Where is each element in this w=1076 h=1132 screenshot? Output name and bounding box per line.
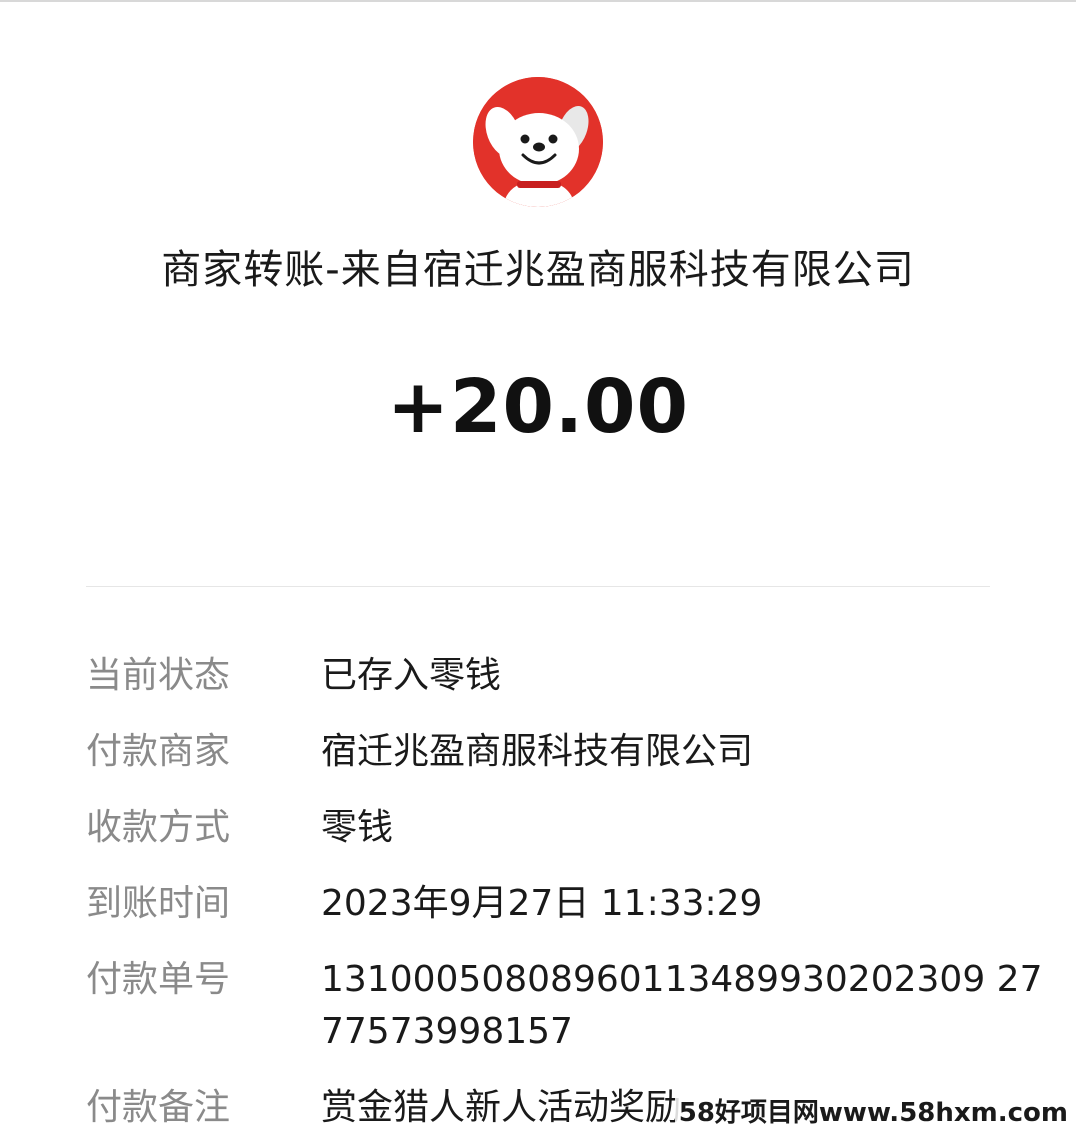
transfer-amount: +20.00 bbox=[386, 364, 690, 450]
divider bbox=[86, 586, 990, 587]
detail-row-status: 当前状态 已存入零钱 bbox=[86, 650, 1036, 702]
remark-label: 付款备注 bbox=[86, 1087, 231, 1128]
site-watermark: 58好项目网www.58hxm.com bbox=[674, 1096, 1072, 1130]
transfer-title: 商家转账-来自宿迁兆盈商服科技有限公司 bbox=[161, 247, 915, 293]
time-label: 到账时间 bbox=[86, 883, 231, 924]
detail-row-payer: 付款商家 宿迁兆盈商服科技有限公司 bbox=[86, 726, 1036, 778]
order-no-value[interactable]: 13100050808960113489930202309 27 7757399… bbox=[321, 954, 1042, 1058]
status-value: 已存入零钱 bbox=[321, 655, 502, 696]
jd-dog-mascot-icon bbox=[473, 77, 603, 207]
detail-row-order-no: 付款单号 13100050808960113489930202309 27 77… bbox=[86, 954, 1042, 1058]
transfer-detail-page: 商家转账-来自宿迁兆盈商服科技有限公司 +20.00 当前状态 已存入零钱 付款… bbox=[0, 0, 1076, 1132]
payer-label: 付款商家 bbox=[86, 731, 231, 772]
order-no-line-1: 13100050808960113489930202309 27 bbox=[321, 959, 1043, 1000]
detail-row-method: 收款方式 零钱 bbox=[86, 802, 1036, 854]
method-label: 收款方式 bbox=[86, 807, 231, 848]
order-no-line-2: 77573998157 bbox=[321, 1011, 573, 1052]
order-no-label: 付款单号 bbox=[86, 959, 231, 1000]
status-label: 当前状态 bbox=[86, 655, 231, 696]
time-value: 2023年9月27日 11:33:29 bbox=[321, 883, 763, 924]
top-border bbox=[0, 0, 1076, 2]
method-value: 零钱 bbox=[321, 807, 394, 848]
detail-list: 当前状态 已存入零钱 付款商家 宿迁兆盈商服科技有限公司 收款方式 零钱 到账时… bbox=[86, 650, 1042, 1132]
merchant-avatar bbox=[473, 77, 603, 207]
payer-value[interactable]: 宿迁兆盈商服科技有限公司 bbox=[321, 726, 1036, 778]
detail-row-time: 到账时间 2023年9月27日 11:33:29 bbox=[86, 878, 1036, 930]
